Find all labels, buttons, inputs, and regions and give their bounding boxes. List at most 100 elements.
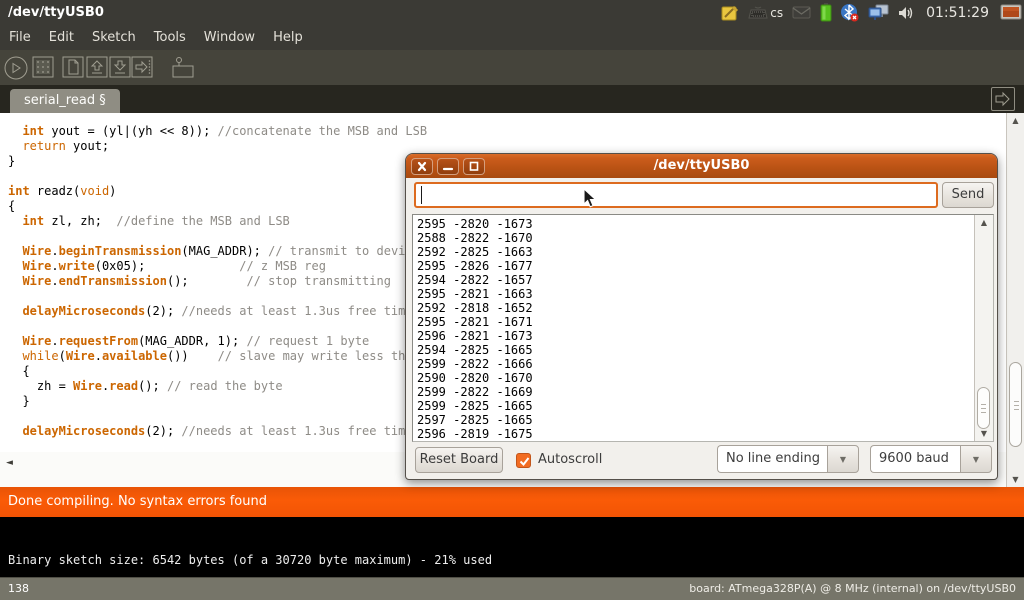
serial-window-titlebar[interactable]: /dev/ttyUSB0 — [406, 154, 997, 178]
serial-output: 2595 -2820 -16732588 -2822 -16702592 -28… — [417, 217, 533, 441]
mail-icon[interactable] — [792, 6, 811, 19]
session-icon[interactable] — [1000, 4, 1022, 22]
code-line: } — [8, 394, 427, 409]
serial-data-line: 2588 -2822 -1670 — [417, 231, 533, 245]
open-button[interactable] — [86, 56, 108, 78]
scroll-down-arrow-icon[interactable]: ▼ — [975, 429, 993, 438]
code-line: zh = Wire.read(); // read the byte — [8, 379, 427, 394]
autoscroll-checkbox[interactable] — [516, 453, 531, 468]
line-ending-dropdown-icon[interactable]: ▼ — [827, 445, 859, 473]
serial-data-line: 2592 -2825 -1663 — [417, 245, 533, 259]
code-line — [8, 169, 427, 184]
serial-data-line: 2595 -2821 -1671 — [417, 315, 533, 329]
verify-button[interactable] — [4, 56, 26, 78]
serial-data-line: 2599 -2825 -1665 — [417, 399, 533, 413]
code-line: delayMicroseconds(2); //needs at least 1… — [8, 424, 427, 439]
send-button[interactable]: Send — [942, 182, 994, 208]
code-line: return yout; — [8, 139, 427, 154]
scroll-down-arrow-icon[interactable]: ▼ — [1007, 475, 1024, 484]
mouse-cursor — [583, 188, 599, 214]
code-line: int readz(void) — [8, 184, 427, 199]
network-icon[interactable] — [868, 4, 889, 21]
serial-data-line: 2595 -2821 -1663 — [417, 287, 533, 301]
note-icon[interactable] — [721, 4, 739, 22]
line-ending-select[interactable]: No line ending — [717, 445, 827, 473]
tab-menu-button[interactable] — [991, 87, 1015, 111]
menu-bar: FileEditSketchToolsWindowHelp — [0, 25, 1024, 50]
serial-input-field[interactable] — [414, 182, 938, 208]
serial-data-line: 2596 -2821 -1673 — [417, 329, 533, 343]
menu-file[interactable]: File — [0, 25, 40, 50]
code-line — [8, 409, 427, 424]
code-line — [8, 319, 427, 334]
serial-monitor-window: /dev/ttyUSB0 Send 2595 -2820 -16732588 -… — [405, 153, 998, 480]
code-line: } — [8, 154, 427, 169]
volume-icon[interactable] — [898, 5, 915, 21]
baud-rate-select[interactable]: 9600 baud — [870, 445, 960, 473]
code-line: delayMicroseconds(2); //needs at least 1… — [8, 304, 427, 319]
reset-board-button[interactable]: Reset Board — [415, 447, 503, 473]
serial-data-line: 2594 -2825 -1665 — [417, 343, 533, 357]
battery-icon[interactable] — [820, 3, 832, 22]
menu-edit[interactable]: Edit — [40, 25, 83, 50]
serial-data-line: 2599 -2822 -1666 — [417, 357, 533, 371]
code-line: Wire.endTransmission(); // stop transmit… — [8, 274, 427, 289]
serial-data-line: 2592 -2818 -1652 — [417, 301, 533, 315]
baud-rate-dropdown-icon[interactable]: ▼ — [960, 445, 992, 473]
menu-window[interactable]: Window — [195, 25, 264, 50]
menu-help[interactable]: Help — [264, 25, 312, 50]
code-line: while(Wire.available()) // slave may wri… — [8, 349, 427, 364]
code-area: int yout = (yl|(yh << 8)); //concatenate… — [8, 124, 427, 439]
system-tray: cs 01:51:29 — [721, 0, 1022, 25]
editor-scrollbar-thumb[interactable] — [1009, 362, 1022, 447]
code-line — [8, 229, 427, 244]
serial-data-line: 2599 -2822 -1669 — [417, 385, 533, 399]
code-line: Wire.write(0x05); // z MSB reg — [8, 259, 427, 274]
code-line: { — [8, 364, 427, 379]
board-info: board: ATmega328P(A) @ 8 MHz (internal) … — [689, 578, 1016, 600]
serial-window-title: /dev/ttyUSB0 — [406, 154, 997, 178]
code-line: int zl, zh; //define the MSB and LSB — [8, 214, 427, 229]
upload-button[interactable] — [131, 56, 153, 78]
serial-data-line: 2596 -2819 -1675 — [417, 427, 533, 441]
compile-status-bar: Done compiling. No syntax errors found — [0, 487, 1024, 517]
clock[interactable]: 01:51:29 — [924, 5, 991, 21]
code-line: Wire.beginTransmission(MAG_ADDR); // tra… — [8, 244, 427, 259]
bluetooth-icon[interactable] — [841, 3, 859, 22]
scroll-up-arrow-icon[interactable]: ▲ — [1007, 116, 1024, 125]
serial-data-line: 2595 -2826 -1677 — [417, 259, 533, 273]
scroll-up-arrow-icon[interactable]: ▲ — [975, 218, 993, 227]
serial-scrollbar-thumb[interactable] — [977, 387, 990, 429]
serial-scrollbar[interactable]: ▲ ▼ — [974, 215, 993, 441]
save-button[interactable] — [109, 56, 131, 78]
toolbar — [0, 50, 1024, 85]
console-output: Binary sketch size: 6542 bytes (of a 307… — [0, 517, 1024, 577]
code-line: Wire.requestFrom(MAG_ADDR, 1); // reques… — [8, 334, 427, 349]
tab-serial-read[interactable]: serial_read § — [10, 89, 120, 113]
serial-data-line: 2590 -2820 -1670 — [417, 371, 533, 385]
tab-bar: serial_read § — [0, 85, 1024, 113]
stop-button[interactable] — [32, 56, 54, 78]
serial-data-line: 2594 -2822 -1657 — [417, 273, 533, 287]
code-line — [8, 289, 427, 304]
keyboard-icon[interactable]: cs — [748, 6, 783, 20]
keyboard-layout-label: cs — [770, 6, 783, 20]
code-line: { — [8, 199, 427, 214]
serial-data-line: 2597 -2825 -1665 — [417, 413, 533, 427]
serial-output-area[interactable]: 2595 -2820 -16732588 -2822 -16702592 -28… — [412, 214, 994, 442]
window-title: /dev/ttyUSB0 — [8, 0, 104, 25]
autoscroll-label[interactable]: Autoscroll — [538, 447, 602, 473]
menu-sketch[interactable]: Sketch — [83, 25, 145, 50]
screen: /dev/ttyUSB0 cs 01:5 — [0, 0, 1024, 600]
scroll-left-arrow-icon[interactable]: ◄ — [6, 458, 13, 468]
text-caret — [421, 186, 422, 204]
serial-data-line: 2595 -2820 -1673 — [417, 217, 533, 231]
code-line: int yout = (yl|(yh << 8)); //concatenate… — [8, 124, 427, 139]
serial-monitor-button[interactable] — [171, 56, 193, 78]
top-panel: /dev/ttyUSB0 cs 01:5 — [0, 0, 1024, 25]
editor-vertical-scrollbar[interactable]: ▲ ▼ — [1006, 113, 1024, 487]
new-sketch-button[interactable] — [62, 56, 84, 78]
menu-tools[interactable]: Tools — [145, 25, 195, 50]
ide-statusbar: 138 board: ATmega328P(A) @ 8 MHz (intern… — [0, 577, 1024, 600]
line-number-indicator: 138 — [8, 578, 29, 600]
